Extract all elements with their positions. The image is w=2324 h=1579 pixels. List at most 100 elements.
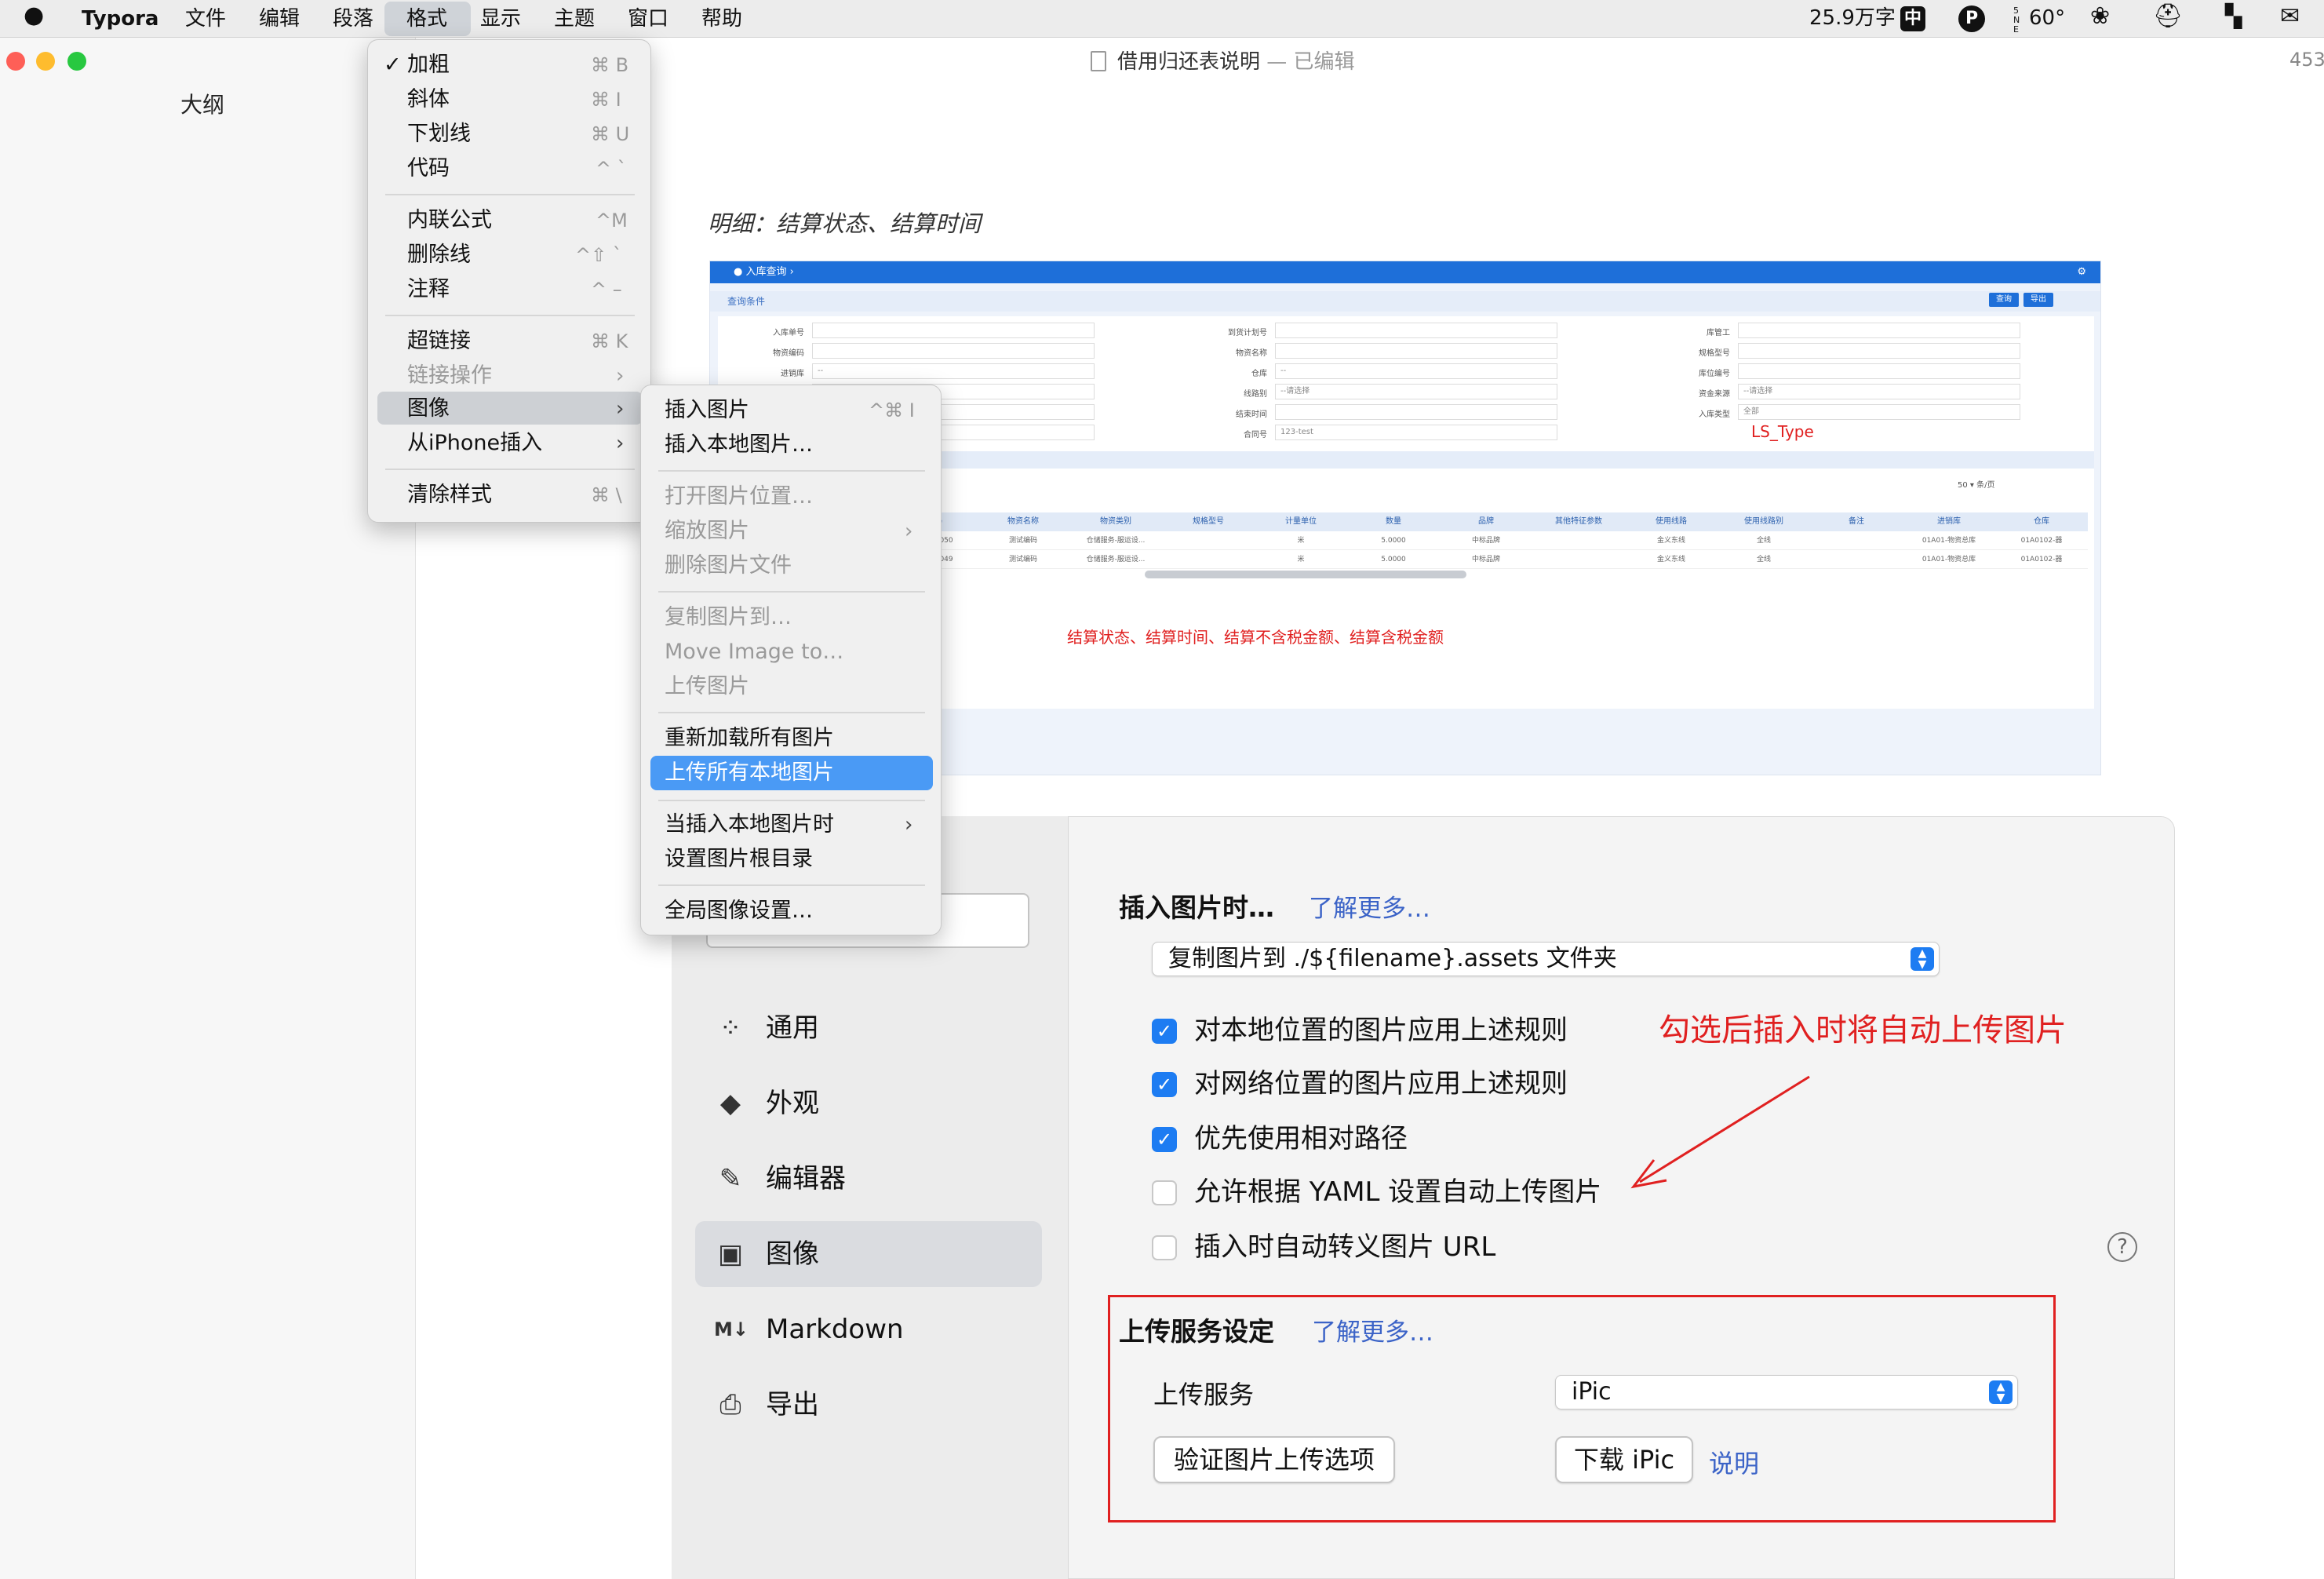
menu-item-copy-image-to[interactable]: 复制图片到… bbox=[665, 602, 792, 633]
menu-window[interactable]: 窗口 bbox=[628, 6, 668, 31]
ss-label: 到货计划号 bbox=[1228, 329, 1267, 337]
close-window-button[interactable] bbox=[6, 52, 25, 71]
baidu-icon[interactable]: ❀ bbox=[2090, 3, 2110, 30]
ss-col-header: 计量单位 bbox=[1255, 512, 1347, 531]
shortcut-label: ^ – bbox=[591, 279, 622, 301]
wechat-icon[interactable]: ✉ bbox=[2280, 3, 2300, 30]
doc-caption: 明细：结算状态、结算时间 bbox=[708, 210, 982, 237]
menu-item-insert-from-iphone[interactable]: 从iPhone插入 bbox=[407, 428, 542, 459]
menu-format[interactable]: 格式 bbox=[406, 6, 447, 31]
explain-link[interactable]: 说明 bbox=[1709, 1444, 1759, 1480]
ss-label: 资金来源 bbox=[1699, 390, 1730, 399]
menu-separator bbox=[658, 884, 925, 886]
menu-item-zoom-image[interactable]: 缩放图片 bbox=[665, 516, 749, 547]
help-icon[interactable]: ? bbox=[2107, 1232, 2137, 1262]
menu-item-when-insert-local-image[interactable]: 当插入本地图片时 bbox=[665, 809, 834, 841]
printer-icon: ⎙ bbox=[719, 1389, 741, 1420]
ss-pager: 50 ▾ 条/页 bbox=[1958, 481, 1995, 490]
menu-item-strikethrough[interactable]: 删除线 bbox=[407, 239, 471, 271]
menu-item-move-image-to[interactable]: Move Image to… bbox=[665, 636, 843, 668]
insert-learn-more-link[interactable]: 了解更多… bbox=[1309, 888, 1430, 924]
menu-item-code[interactable]: 代码 bbox=[407, 153, 450, 184]
menu-edit[interactable]: 编辑 bbox=[259, 6, 300, 31]
input-method-icon[interactable]: 中 bbox=[1900, 6, 1925, 31]
ss-cell: 5.0000 bbox=[1347, 550, 1440, 569]
menu-theme[interactable]: 主题 bbox=[554, 6, 595, 31]
menu-view[interactable]: 显示 bbox=[480, 6, 521, 31]
ss-cell: 中标品牌 bbox=[1440, 550, 1532, 569]
word-count-status[interactable]: 25.9万字 bbox=[1809, 5, 1896, 31]
document-icon bbox=[1091, 51, 1106, 71]
nav-image[interactable]: ▣ 图像 bbox=[695, 1221, 1042, 1287]
upload-learn-more-link[interactable]: 了解更多… bbox=[1312, 1312, 1433, 1347]
download-ipic-button[interactable]: 下载 iPic bbox=[1555, 1436, 1693, 1483]
minimize-window-button[interactable] bbox=[36, 52, 55, 71]
menu-item-underline[interactable]: 下划线 bbox=[407, 119, 471, 150]
grid-icon: ⁘ bbox=[719, 1012, 742, 1044]
ss-col-header: 备注 bbox=[1810, 512, 1903, 531]
ss-cell: 米 bbox=[1255, 550, 1347, 569]
checkbox-network[interactable]: ✓ bbox=[1152, 1072, 1177, 1097]
menu-item-bold[interactable]: 加粗 bbox=[407, 49, 450, 81]
menu-item-clear-style[interactable]: 清除样式 bbox=[407, 480, 492, 511]
ss-cell bbox=[1162, 531, 1255, 550]
format-menu: ✓ 加粗 ⌘ B 斜体 ⌘ I 下划线 ⌘ U 代码 ^ ` 内联公式 ^M 删… bbox=[367, 39, 651, 523]
markdown-icon: M↓ bbox=[714, 1318, 749, 1340]
verify-upload-button[interactable]: 验证图片上传选项 bbox=[1153, 1436, 1395, 1483]
nav-appearance[interactable]: ◆ 外观 bbox=[695, 1070, 1042, 1136]
select-arrows-icon: ▲ ▼ bbox=[1911, 947, 1934, 971]
app-menu[interactable]: Typora bbox=[82, 6, 158, 31]
checkbox-escape[interactable] bbox=[1152, 1235, 1177, 1260]
chevron-right-icon: › bbox=[616, 432, 625, 455]
ss-label: 进销库 bbox=[781, 370, 804, 378]
menu-item-inline-math[interactable]: 内联公式 bbox=[407, 205, 492, 236]
upload-service-value: iPic bbox=[1572, 1378, 1612, 1406]
ss-cell: 01A01-物资总库 bbox=[1903, 550, 1995, 569]
ss-col-header: 使用线路别 bbox=[1718, 512, 1810, 531]
menu-item-open-image-location[interactable]: 打开图片位置… bbox=[665, 481, 813, 512]
ss-cell: 01A01-物资总库 bbox=[1903, 531, 1995, 550]
menu-item-upload-image[interactable]: 上传图片 bbox=[665, 671, 749, 702]
shortcut-label: ⌘ I bbox=[591, 89, 621, 111]
menu-item-link-actions[interactable]: 链接操作 bbox=[407, 360, 492, 392]
menu-item-reload-all-images[interactable]: 重新加载所有图片 bbox=[665, 723, 834, 754]
hat-icon[interactable]: ⛑ bbox=[2153, 3, 2183, 30]
menu-paragraph[interactable]: 段落 bbox=[333, 6, 373, 31]
menu-item-upload-all-local-images[interactable]: 上传所有本地图片 bbox=[665, 757, 834, 789]
ss-cell bbox=[1532, 550, 1625, 569]
insert-image-select[interactable]: 复制图片到 ./${filename}.assets 文件夹 ▲ ▼ bbox=[1152, 942, 1940, 976]
checkbox-local[interactable]: ✓ bbox=[1152, 1019, 1177, 1044]
nav-markdown[interactable]: M↓ Markdown bbox=[695, 1296, 1042, 1362]
zoom-window-button[interactable] bbox=[67, 52, 86, 71]
menu-item-italic[interactable]: 斜体 bbox=[407, 84, 450, 115]
weather-icon[interactable]: 60° bbox=[2029, 5, 2065, 31]
menu-file[interactable]: 文件 bbox=[185, 6, 226, 31]
upload-section-title: 上传服务设定 bbox=[1119, 1316, 1274, 1347]
checkbox-yaml[interactable] bbox=[1152, 1180, 1177, 1205]
apple-icon[interactable]: ● bbox=[24, 3, 44, 28]
check-icon: ✓ bbox=[384, 53, 402, 77]
menu-help[interactable]: 帮助 bbox=[701, 6, 742, 31]
checkbox-relative[interactable]: ✓ bbox=[1152, 1127, 1177, 1152]
select-arrows-icon: ▲ ▼ bbox=[1989, 1380, 2013, 1404]
menu-item-hyperlink[interactable]: 超链接 bbox=[407, 326, 471, 357]
upload-service-select[interactable]: iPic ▲ ▼ bbox=[1555, 1375, 2018, 1409]
menu-item-image[interactable]: 图像 bbox=[407, 393, 450, 425]
parking-icon[interactable]: P bbox=[1958, 5, 1985, 32]
menu-item-delete-image-file[interactable]: 删除图片文件 bbox=[665, 550, 792, 582]
ss-cell: 中标品牌 bbox=[1440, 531, 1532, 550]
menu-item-comment[interactable]: 注释 bbox=[407, 274, 450, 305]
menu-item-global-image-settings[interactable]: 全局图像设置… bbox=[665, 895, 813, 927]
nav-editor[interactable]: ✎ 编辑器 bbox=[695, 1146, 1042, 1212]
ss-cell: 全线 bbox=[1718, 550, 1810, 569]
menu-item-set-image-root[interactable]: 设置图片根目录 bbox=[665, 844, 813, 875]
ss-input: 全部 bbox=[1738, 404, 2020, 420]
menu-item-insert-image[interactable]: 插入图片 bbox=[665, 395, 749, 426]
insert-section-title: 插入图片时… bbox=[1119, 892, 1274, 923]
nav-export[interactable]: ⎙ 导出 bbox=[695, 1372, 1042, 1438]
ss-label: 库管工 bbox=[1707, 329, 1730, 337]
nav-general[interactable]: ⁘ 通用 bbox=[695, 995, 1042, 1061]
menu-item-insert-local-image[interactable]: 插入本地图片… bbox=[665, 429, 813, 461]
menu-separator bbox=[658, 800, 925, 801]
bookmark-icon[interactable]: ▚ bbox=[2225, 3, 2242, 30]
